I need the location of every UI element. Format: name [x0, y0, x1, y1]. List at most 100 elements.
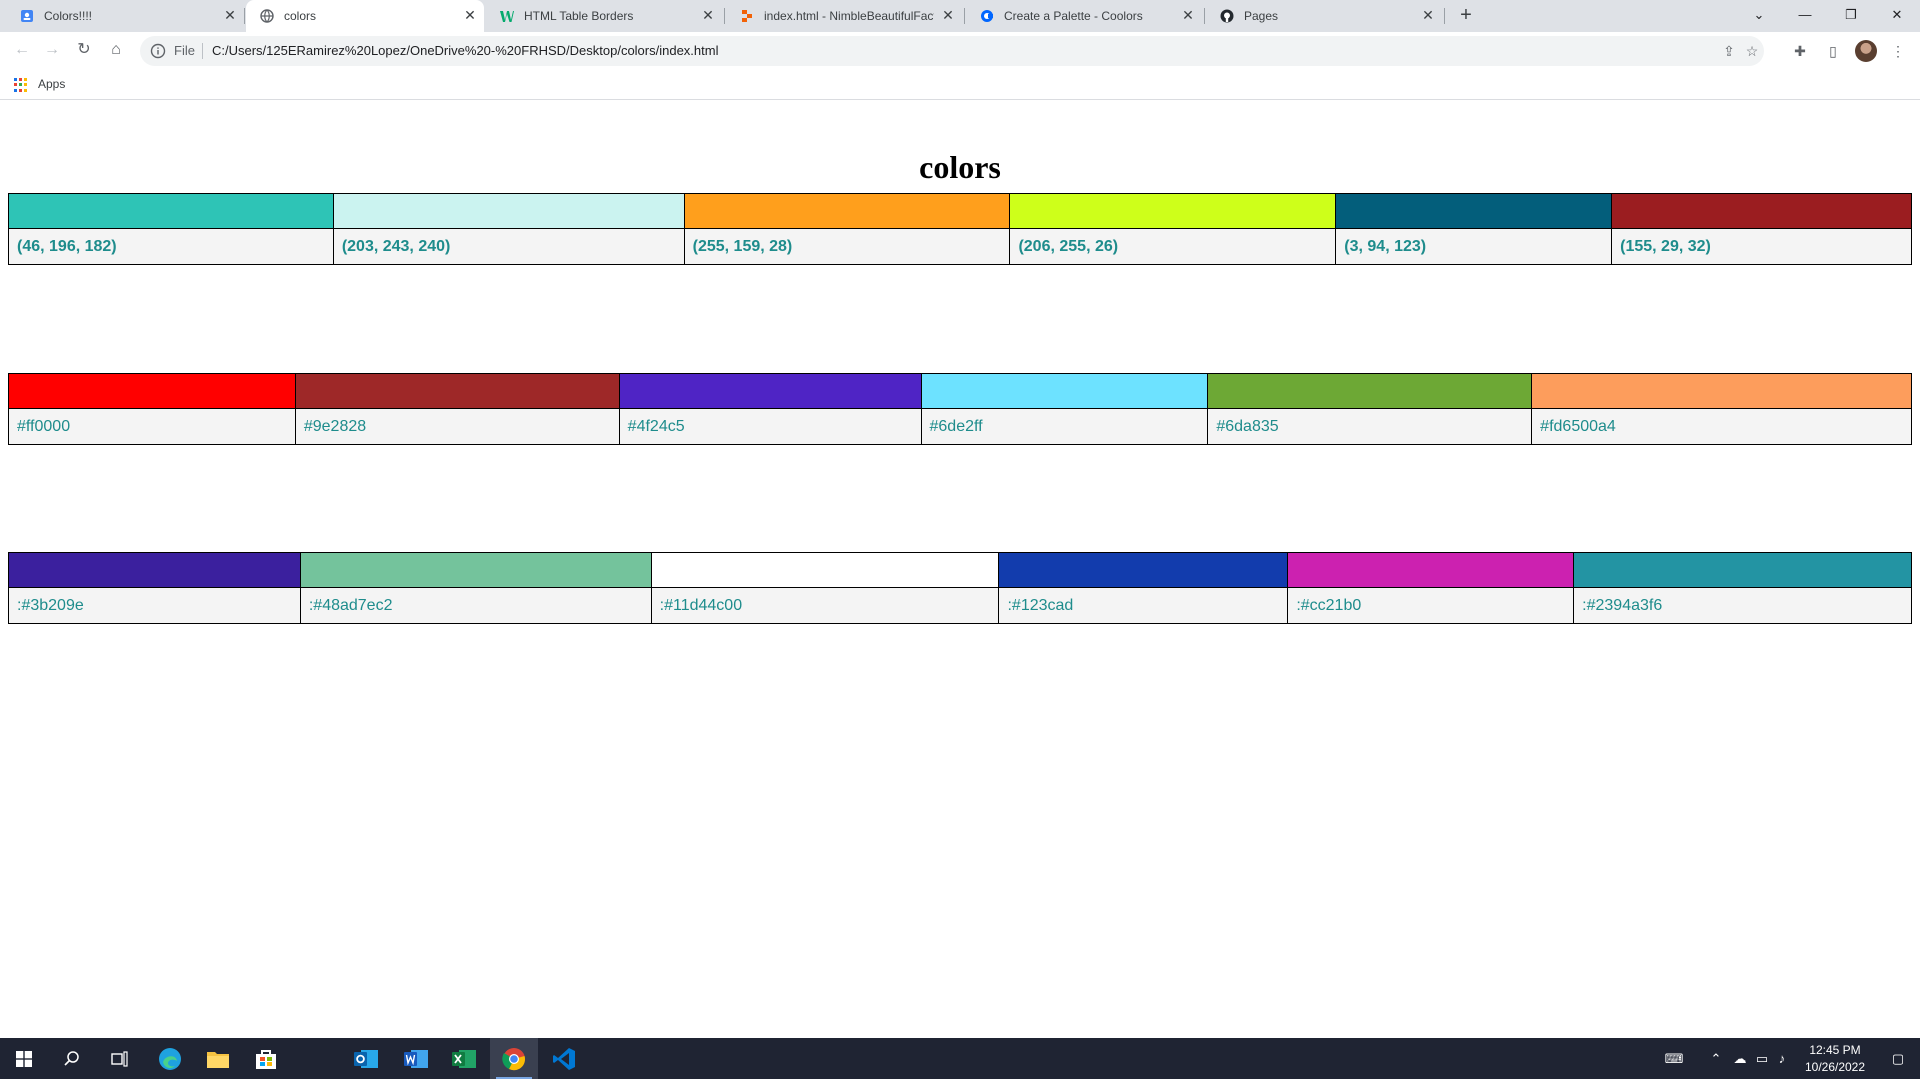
color-code: (46, 196, 182) — [8, 228, 334, 265]
color-code: #fd6500a4 — [1531, 408, 1912, 445]
color-code: :#48ad7ec2 — [299, 587, 652, 624]
hex-color-table: #ff0000 #9e2828 #4f24c5 #6de2ff #6da835 … — [8, 373, 1912, 445]
color-swatch — [1335, 193, 1613, 229]
color-swatch — [920, 373, 1209, 409]
color-swatch — [998, 552, 1289, 588]
tab-colors-active[interactable]: colors ✕ — [246, 0, 484, 32]
outlook-icon[interactable] — [342, 1038, 390, 1079]
color-code: :#123cad — [998, 587, 1289, 624]
reload-button[interactable]: ↻ — [70, 36, 98, 64]
side-panel-icon[interactable]: ▯ — [1820, 38, 1846, 64]
address-separator — [202, 43, 203, 59]
show-hidden-icons-icon[interactable]: ⌃ — [1708, 1050, 1724, 1068]
file-explorer-icon[interactable] — [194, 1038, 242, 1079]
apps-grid-icon[interactable] — [14, 78, 28, 92]
tab-html-table-borders[interactable]: HTML Table Borders ✕ — [486, 0, 720, 32]
color-code: (155, 29, 32) — [1611, 228, 1912, 265]
tab-separator — [244, 8, 245, 24]
rgb-color-table: (46, 196, 182) (203, 243, 240) (255, 159… — [8, 193, 1912, 265]
color-code: #6de2ff — [920, 408, 1209, 445]
close-tab-icon[interactable]: ✕ — [940, 7, 956, 23]
store-icon[interactable] — [242, 1038, 290, 1079]
forward-button[interactable]: → — [38, 36, 66, 64]
task-view-icon[interactable] — [96, 1038, 144, 1079]
onedrive-icon[interactable]: ☁ — [1730, 1050, 1750, 1068]
color-code: :#3b209e — [8, 587, 301, 624]
tab-strip: Colors!!!! ✕ colors ✕ HTML Table Borders… — [0, 0, 1920, 32]
tab-replit[interactable]: index.html - NimbleBeautifulFact ✕ — [726, 0, 960, 32]
color-code: #ff0000 — [8, 408, 296, 445]
windows-start-icon[interactable] — [0, 1038, 48, 1079]
tab-separator — [1444, 8, 1445, 24]
minimize-button[interactable]: — — [1782, 0, 1828, 32]
color-code: (206, 255, 26) — [1009, 228, 1337, 265]
volume-icon[interactable]: ♪ — [1774, 1050, 1790, 1068]
close-tab-icon[interactable]: ✕ — [700, 7, 716, 23]
tab-title: Colors!!!! — [44, 9, 93, 23]
system-clock[interactable]: 12:45 PM 10/26/2022 — [1790, 1042, 1880, 1076]
profile-avatar[interactable] — [1855, 40, 1877, 62]
close-tab-icon[interactable]: ✕ — [462, 7, 478, 23]
search-icon[interactable] — [48, 1038, 96, 1079]
tab-search-icon[interactable]: ⌄ — [1736, 0, 1782, 32]
color-code: #6da835 — [1207, 408, 1533, 445]
clock-date: 10/26/2022 — [1804, 1060, 1866, 1074]
bookmarks-bar: Apps — [0, 70, 1920, 100]
new-tab-button[interactable]: + — [1454, 4, 1478, 28]
tab-title: colors — [284, 9, 317, 23]
color-swatch — [618, 373, 922, 409]
edge-icon[interactable] — [146, 1038, 194, 1079]
color-swatch — [299, 552, 652, 588]
color-swatch — [1611, 193, 1912, 229]
color-swatch — [332, 193, 685, 229]
tab-separator — [724, 8, 725, 24]
tab-separator — [1204, 8, 1205, 24]
restore-button[interactable]: ❐ — [1828, 0, 1874, 32]
clock-time: 12:45 PM — [1809, 1043, 1861, 1057]
word-icon[interactable] — [392, 1038, 440, 1079]
color-swatch — [1009, 193, 1337, 229]
address-bar[interactable]: File C:/Users/125ERamirez%20Lopez/OneDri… — [140, 36, 1764, 66]
notifications-icon[interactable]: ▢ — [1888, 1050, 1908, 1068]
w3schools-icon — [500, 11, 514, 22]
back-button[interactable]: ← — [8, 36, 36, 64]
close-tab-icon[interactable]: ✕ — [1420, 7, 1436, 23]
bookmark-star-icon[interactable]: ☆ — [1743, 42, 1761, 60]
user-document-icon — [21, 10, 33, 22]
hex-alpha-color-table: :#3b209e :#48ad7ec2 :#11d44c00 :#123cad … — [8, 552, 1912, 624]
color-code: (255, 159, 28) — [683, 228, 1011, 265]
tab-colors-doc[interactable]: Colors!!!! ✕ — [6, 0, 240, 32]
network-icon[interactable]: ▭ — [1752, 1050, 1772, 1068]
url-text[interactable]: C:/Users/125ERamirez%20Lopez/OneDrive%20… — [212, 43, 718, 58]
chrome-icon[interactable] — [490, 1038, 538, 1079]
color-code: :#cc21b0 — [1287, 587, 1575, 624]
extensions-icon[interactable]: ✚ — [1787, 38, 1813, 64]
color-code: (3, 94, 123) — [1335, 228, 1613, 265]
vscode-icon[interactable] — [540, 1038, 588, 1079]
menu-dots-icon[interactable]: ⋮ — [1885, 38, 1911, 64]
color-swatch — [1573, 552, 1912, 588]
close-window-button[interactable]: ✕ — [1874, 0, 1920, 32]
tab-coolors[interactable]: Create a Palette - Coolors ✕ — [966, 0, 1200, 32]
share-icon[interactable]: ⇪ — [1720, 42, 1738, 60]
color-swatch — [294, 373, 620, 409]
info-icon[interactable] — [150, 43, 166, 59]
globe-icon — [260, 9, 274, 23]
home-button[interactable]: ⌂ — [102, 36, 130, 64]
color-code: :#2394a3f6 — [1573, 587, 1912, 624]
page-content: colors (46, 196, 182) (203, 243, 240) (2… — [0, 101, 1920, 1038]
close-tab-icon[interactable]: ✕ — [1180, 7, 1196, 23]
browser-toolbar: ← → ↻ ⌂ File C:/Users/125ERamirez%20Lope… — [0, 32, 1920, 70]
color-code: #4f24c5 — [618, 408, 922, 445]
page-title: colors — [919, 149, 1001, 185]
tab-github-pages[interactable]: Pages ✕ — [1206, 0, 1440, 32]
scheme-label: File — [174, 43, 195, 58]
tab-title: Pages — [1244, 9, 1279, 23]
color-swatch — [8, 552, 301, 588]
tab-title: Create a Palette - Coolors — [1004, 9, 1143, 23]
keyboard-icon[interactable]: ⌨ — [1660, 1050, 1688, 1068]
close-tab-icon[interactable]: ✕ — [222, 7, 238, 23]
color-swatch — [1207, 373, 1533, 409]
apps-bookmark[interactable]: Apps — [38, 77, 65, 91]
excel-icon[interactable] — [440, 1038, 488, 1079]
